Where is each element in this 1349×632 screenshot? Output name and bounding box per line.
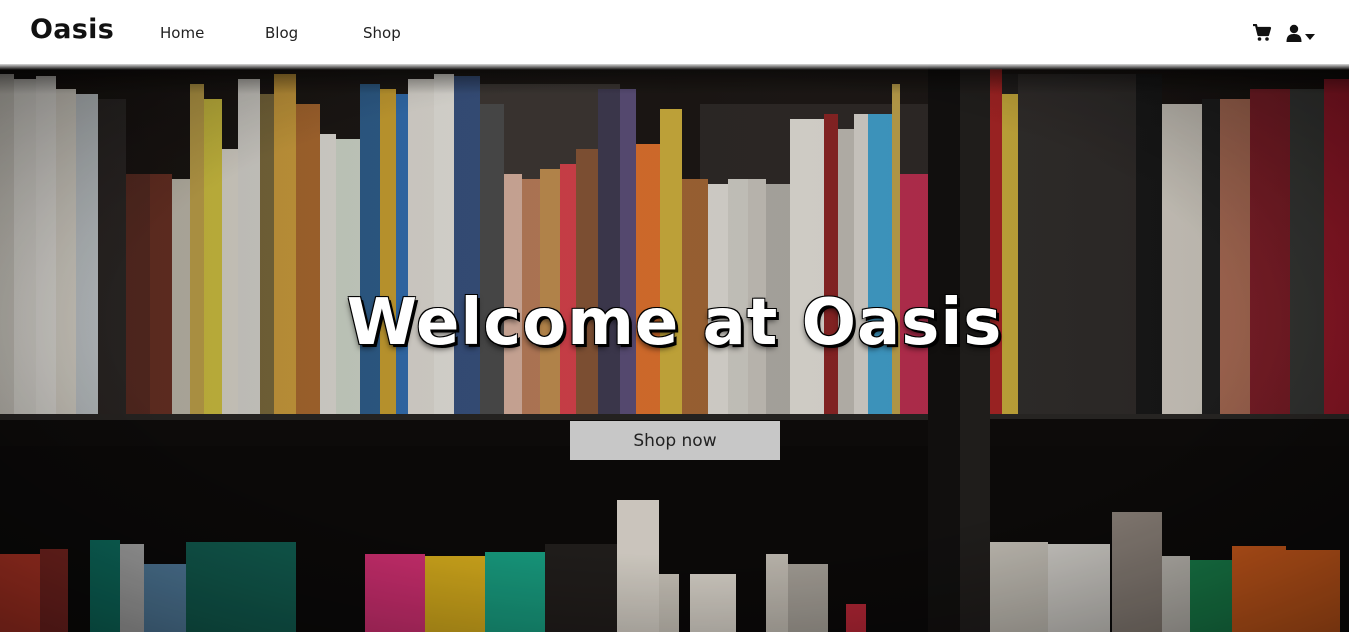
hero-section: Welcome at Oasis Shop now bbox=[0, 64, 1349, 632]
hero-title: Welcome at Oasis bbox=[346, 286, 1003, 360]
caret-down-icon bbox=[1305, 26, 1315, 45]
navbar-shadow bbox=[0, 64, 1349, 70]
navbar: Oasis Home Blog Shop bbox=[0, 0, 1349, 64]
shopping-cart-icon[interactable] bbox=[1252, 23, 1272, 46]
navbar-actions bbox=[1252, 23, 1315, 46]
nav-link-home[interactable]: Home bbox=[160, 24, 204, 42]
nav-link-blog[interactable]: Blog bbox=[265, 24, 298, 42]
shop-now-button[interactable]: Shop now bbox=[570, 421, 780, 460]
user-icon bbox=[1286, 24, 1302, 46]
user-menu-toggle[interactable] bbox=[1286, 24, 1315, 46]
nav-link-shop[interactable]: Shop bbox=[363, 24, 401, 42]
brand-logo[interactable]: Oasis bbox=[30, 14, 114, 45]
